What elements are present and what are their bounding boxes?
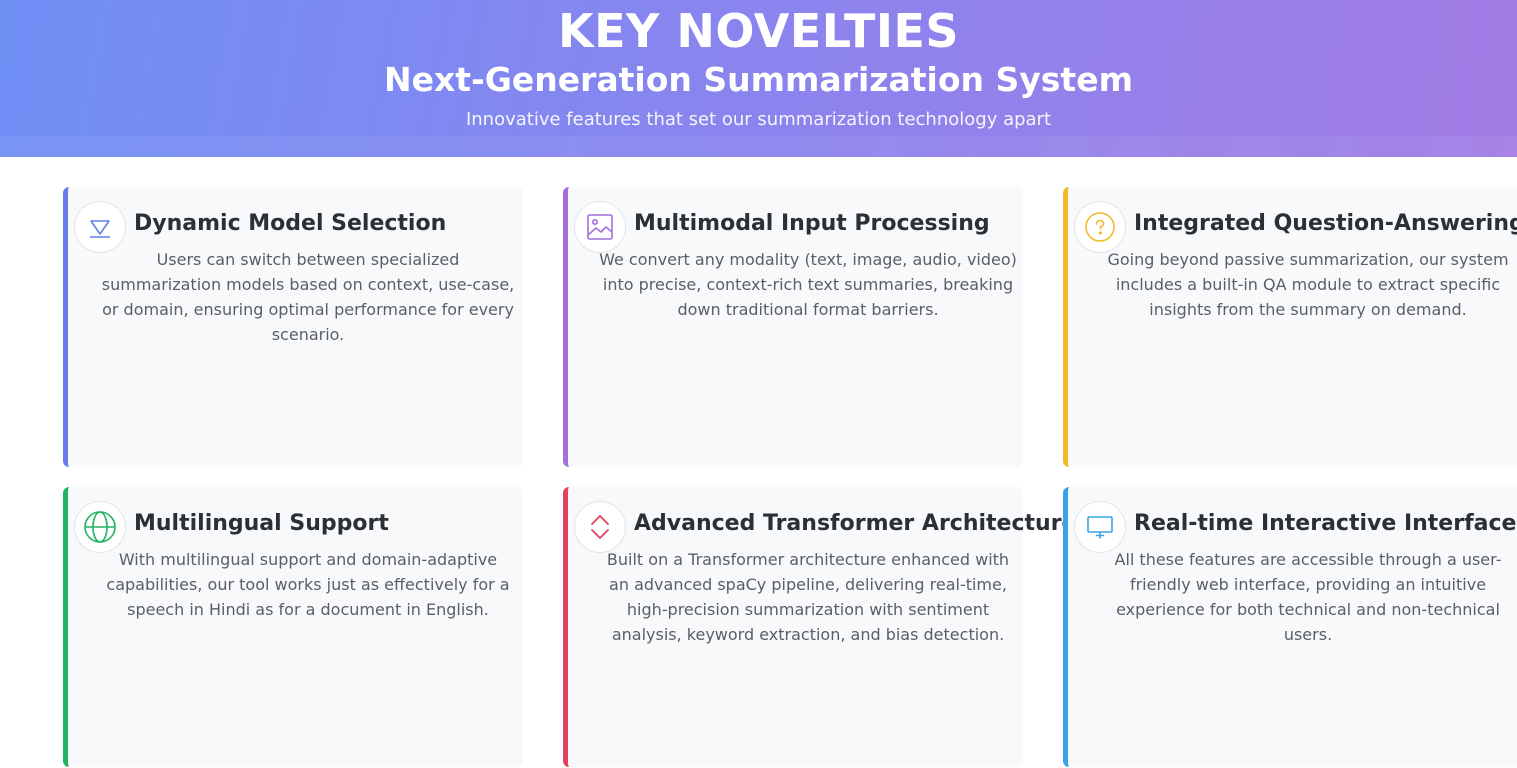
feature-card-description: All these features are accessible throug… — [1114, 550, 1502, 644]
page-subtitle: Next-Generation Summarization System — [384, 60, 1133, 99]
feature-card-multimodal-input-processing: Multimodal Input Processing We convert a… — [563, 187, 1023, 467]
feature-card-title: Multimodal Input Processing — [634, 211, 990, 236]
feature-card-dynamic-model-selection: Dynamic Model Selection Users can switch… — [63, 187, 523, 467]
feature-card-real-time-interactive-interface: Real-time Interactive Interface All thes… — [1063, 487, 1517, 767]
globe-icon — [74, 501, 126, 553]
feature-card-advanced-transformer-architecture: Advanced Transformer Architecture Built … — [563, 487, 1076, 767]
feature-card-title: Multilingual Support — [134, 511, 389, 536]
feature-card-title: Dynamic Model Selection — [134, 211, 447, 236]
diamond-icon — [74, 201, 126, 253]
feature-card-description: We convert any modality (text, image, au… — [599, 250, 1017, 319]
chevrons-icon — [574, 501, 626, 553]
page-tagline: Innovative features that set our summari… — [465, 109, 1052, 130]
image-icon — [574, 201, 626, 253]
page-title: KEY NOVELTIES — [557, 4, 960, 58]
question-icon — [1074, 201, 1126, 253]
feature-card-title: Real-time Interactive Interface — [1134, 511, 1517, 536]
feature-card-description: With multilingual support and domain-ada… — [106, 550, 510, 619]
feature-card-title: Integrated Question-Answering — [1134, 211, 1517, 236]
hero-band — [0, 136, 1517, 157]
hero-banner: KEY NOVELTIES Next-Generation Summarizat… — [0, 0, 1517, 157]
feature-card-multilingual-support: Multilingual Support With multilingual s… — [63, 487, 523, 767]
feature-card-description: Built on a Transformer architecture enha… — [606, 550, 1010, 644]
monitor-icon — [1074, 501, 1126, 553]
feature-card-description: Going beyond passive summarization, our … — [1107, 250, 1509, 319]
feature-card-title: Advanced Transformer Architecture — [634, 511, 1077, 536]
feature-card-integrated-question-answering: Integrated Question-Answering Going beyo… — [1063, 187, 1517, 467]
feature-card-description: Users can switch between specialized sum… — [101, 250, 515, 344]
